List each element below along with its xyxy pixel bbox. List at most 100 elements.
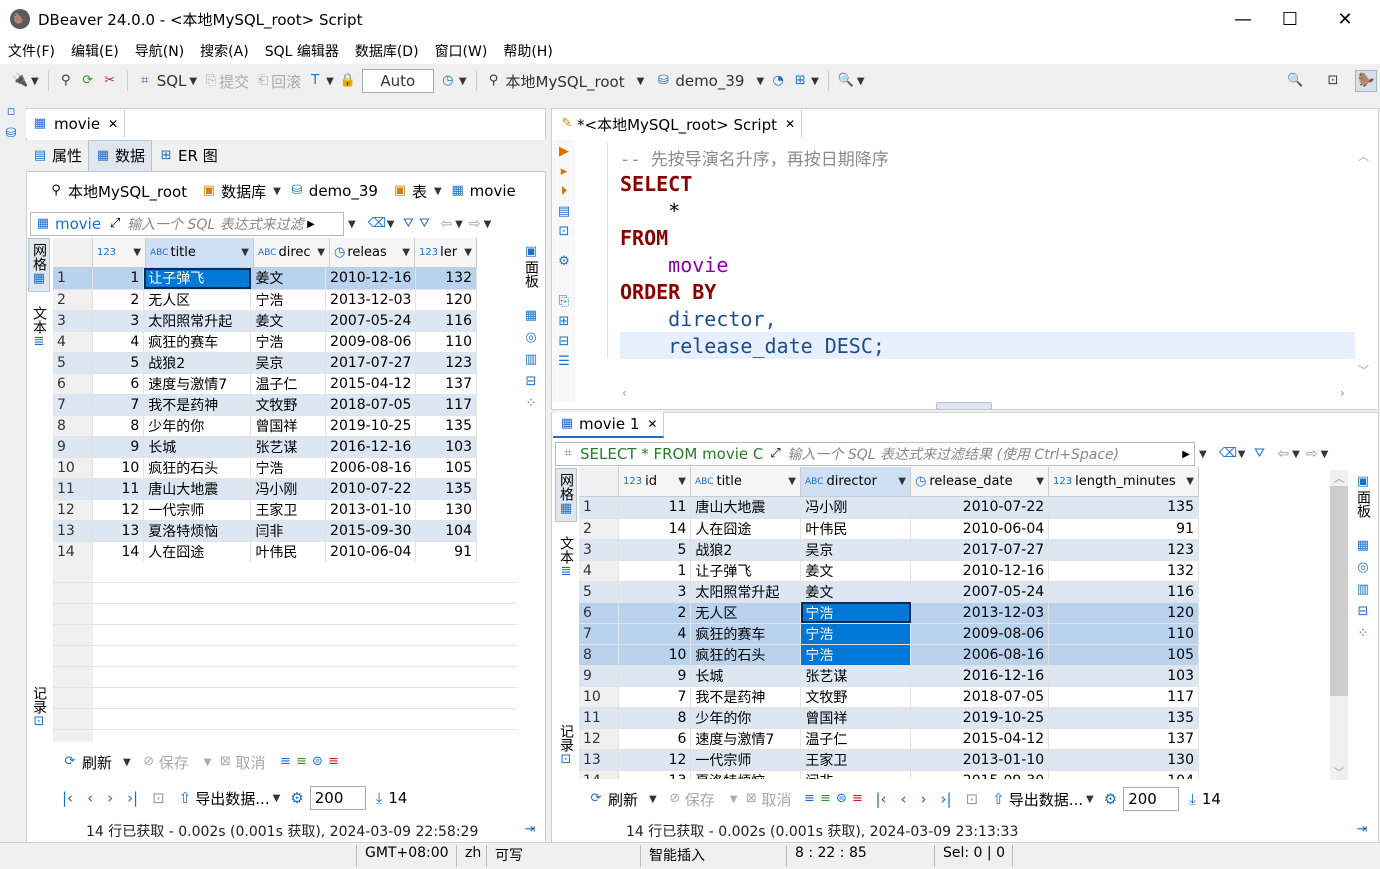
table-cell[interactable]: 2017-07-27 <box>910 539 1050 561</box>
last-page-icon[interactable]: ›| <box>127 789 138 807</box>
table-cell[interactable]: 120 <box>415 289 477 311</box>
load-script-icon[interactable]: ⊞ <box>556 314 572 330</box>
tab-results-movie[interactable]: ▦ movie 1 ✕ <box>553 412 665 438</box>
table-cell[interactable]: 2006-08-16 <box>325 457 417 479</box>
sql-line-from[interactable]: FROM <box>620 226 668 250</box>
result-cancel-button[interactable]: 取消 <box>761 789 791 810</box>
menu-search[interactable]: 搜索(A) <box>192 41 257 61</box>
chart-panel-icon[interactable]: ▥ <box>1355 582 1371 598</box>
breadcrumb-schema[interactable]: demo_39 <box>309 182 378 200</box>
table-cell[interactable]: 张艺谋 <box>800 665 912 687</box>
table-row[interactable]: 8 8 少年的你 曾国祥 2019-10-25 135 <box>53 415 477 437</box>
table-cell[interactable]: 唐山大地震 <box>143 478 252 500</box>
settings-gear-icon[interactable]: ⚙ <box>1104 790 1117 808</box>
table-cell[interactable]: 7 <box>618 686 692 708</box>
table-row[interactable]: 6 6 速度与激情7 温子仁 2015-04-12 137 <box>53 373 477 395</box>
table-cell[interactable]: 120 <box>1048 602 1199 624</box>
back-icon[interactable]: ⇦ <box>440 216 452 232</box>
table-row[interactable]: 11 11 唐山大地震 冯小刚 2010-07-22 135 <box>53 478 477 500</box>
table-cell[interactable]: 123 <box>1048 539 1199 561</box>
subtab-er[interactable]: ⊞ ER 图 <box>152 140 224 172</box>
left-cancel-button[interactable]: 取消 <box>235 752 265 773</box>
table-cell[interactable]: 105 <box>1048 644 1199 666</box>
erd-button[interactable]: ⊞ ▼ <box>792 73 819 89</box>
table-cell[interactable]: 宁浩 <box>800 623 912 645</box>
table-cell[interactable]: 吴京 <box>800 539 912 561</box>
table-cell[interactable]: 少年的你 <box>690 707 802 729</box>
table-cell[interactable]: 人在囧途 <box>690 518 802 540</box>
table-cell[interactable]: 冯小刚 <box>800 497 912 519</box>
table-cell[interactable]: 9 <box>618 665 692 687</box>
menu-navigate[interactable]: 导航(N) <box>127 41 192 61</box>
table-cell[interactable]: 宁浩 <box>800 644 912 666</box>
col-header-release[interactable]: ◷ releas ▼ <box>330 238 415 267</box>
panel-toggle-icon[interactable]: ⇥ <box>1354 822 1370 838</box>
table-cell[interactable]: 10 <box>92 457 145 479</box>
scroll-up-icon[interactable]: ︿ <box>1334 470 1344 485</box>
lock-button[interactable]: 🔒 <box>340 73 356 89</box>
table-cell[interactable]: 2016-12-16 <box>910 665 1050 687</box>
table-row[interactable]: 14 14 人在囧途 叶伟民 2010-06-04 91 <box>53 541 477 563</box>
restore-icon[interactable]: ▫ <box>3 104 19 120</box>
result-save-button[interactable]: 保存 <box>685 789 715 810</box>
perspective-button[interactable]: ⊡ <box>1325 73 1341 89</box>
res-col-header-release[interactable]: ◷ release_date ▼ <box>911 467 1049 496</box>
table-cell[interactable]: 温子仁 <box>250 373 327 395</box>
side-tab-panels-label[interactable]: 面板 <box>521 260 541 288</box>
editor-scroll-right[interactable]: › <box>1340 386 1345 400</box>
result-filter-history-dropdown[interactable]: ▼ <box>1199 449 1207 460</box>
delete-row-icon[interactable]: ≡ <box>849 791 865 807</box>
table-cell[interactable]: 疯狂的石头 <box>690 644 802 666</box>
table-cell[interactable]: 2018-07-05 <box>325 394 417 416</box>
table-cell[interactable]: 2015-04-12 <box>325 373 417 395</box>
editor-scroll-down[interactable]: ﹀ <box>1358 362 1369 378</box>
table-cell[interactable]: 让子弹飞 <box>143 268 252 290</box>
col-header-id[interactable]: 123 ▼ <box>93 238 146 267</box>
active-database-selector[interactable]: ⛁ demo_39 ▼ <box>655 72 764 90</box>
result-refresh-button[interactable]: 刷新 <box>608 789 638 810</box>
res-col-header-length[interactable]: 123 length_minutes ▼ <box>1049 467 1199 496</box>
table-cell[interactable]: 137 <box>415 373 477 395</box>
left-save-button[interactable]: 保存 <box>159 752 189 773</box>
sql-editor-button[interactable]: ⌗ SQL ▼ <box>137 72 197 90</box>
table-row[interactable]: 3 5 战狼2 吴京 2017-07-27 123 <box>579 539 1199 561</box>
table-row[interactable]: 2 14 人在囧途 叶伟民 2010-06-04 91 <box>579 518 1199 540</box>
table-cell[interactable]: 夏洛特烦恼 <box>690 770 802 779</box>
table-cell[interactable]: 文牧野 <box>250 394 327 416</box>
panel-toggle-icon[interactable]: ⇥ <box>522 822 538 838</box>
left-filter-input[interactable]: ▦ movie ⤢ 输入一个 SQL 表达式来过滤 ▶ <box>30 212 344 236</box>
panel-icon[interactable]: ▣ <box>1355 474 1371 490</box>
next-page-icon[interactable]: › <box>921 790 927 808</box>
table-cell[interactable]: 疯狂的赛车 <box>143 331 252 353</box>
table-row[interactable]: 11 8 少年的你 曾国祥 2019-10-25 135 <box>579 707 1199 729</box>
table-row[interactable]: 12 12 一代宗师 王家卫 2013-01-10 130 <box>53 499 477 521</box>
menu-sql-editor[interactable]: SQL 编辑器 <box>257 41 347 61</box>
settings-icon[interactable]: ⚙ <box>556 254 572 270</box>
table-cell[interactable]: 116 <box>415 310 477 332</box>
table-cell[interactable]: 2015-04-12 <box>910 728 1050 750</box>
table-cell[interactable]: 135 <box>415 415 477 437</box>
sql-comment[interactable]: -- 先按导演名升序，再按日期降序 <box>620 145 889 170</box>
maximize-button[interactable]: ☐ <box>1267 0 1313 38</box>
table-cell[interactable]: 叶伟民 <box>800 518 912 540</box>
table-row[interactable]: 3 3 太阳照常升起 姜文 2007-05-24 116 <box>53 310 477 332</box>
delete-row-icon[interactable]: ≡ <box>325 754 341 770</box>
table-cell[interactable]: 9 <box>92 436 145 458</box>
table-cell[interactable]: 5 <box>92 352 145 374</box>
table-cell[interactable]: 14 <box>618 518 692 540</box>
panel-icon[interactable]: ▣ <box>523 244 539 260</box>
table-cell[interactable]: 2 <box>618 602 692 624</box>
first-page-icon[interactable]: |‹ <box>62 789 73 807</box>
table-row[interactable]: 7 7 我不是药神 文牧野 2018-07-05 117 <box>53 394 477 416</box>
add-row-icon[interactable]: ≡ <box>817 791 833 807</box>
table-cell[interactable]: 无人区 <box>143 289 252 311</box>
table-row[interactable]: 13 12 一代宗师 王家卫 2013-01-10 130 <box>579 749 1199 771</box>
table-cell[interactable]: 5 <box>618 539 692 561</box>
row-count-icon[interactable]: ⤓ <box>376 789 383 807</box>
table-cell[interactable]: 110 <box>1048 623 1199 645</box>
table-row[interactable]: 4 4 疯狂的赛车 宁浩 2009-08-06 110 <box>53 331 477 353</box>
table-cell[interactable]: 王家卫 <box>800 749 912 771</box>
filter-settings-icon[interactable]: ⛛ <box>400 216 416 232</box>
eraser-icon[interactable]: ⌫ <box>1219 446 1237 462</box>
scroll-down-icon[interactable]: ﹀ <box>1334 764 1344 779</box>
